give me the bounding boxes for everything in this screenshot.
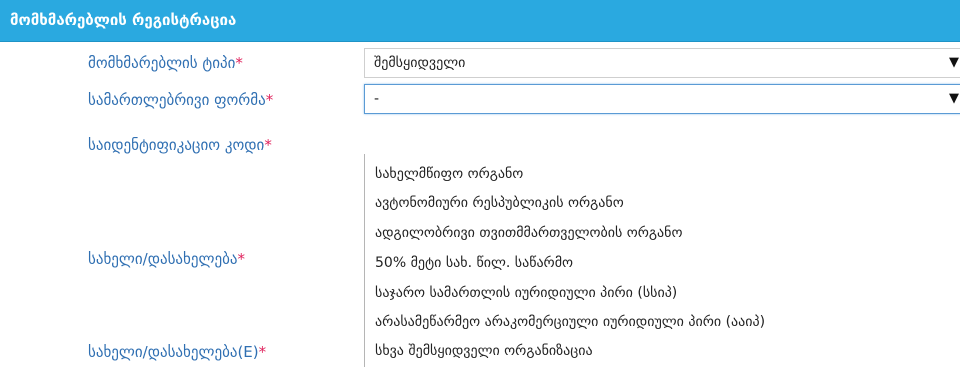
user-type-select[interactable]: შემსყიდველი ▼ xyxy=(364,48,960,78)
identification-code-label-text: საიდენტიფიკაციო კოდი xyxy=(88,136,265,154)
legal-form-option[interactable]: ავტონომიური რესპუბლიკის ორგანო xyxy=(375,195,624,211)
legal-form-option[interactable]: ადგილობრივი თვითმმართველობის ორგანო xyxy=(375,225,682,241)
legal-form-option[interactable]: სახელმწიფო ორგანო xyxy=(375,166,523,182)
name-en-label: სახელი/დასახელება(E)* xyxy=(88,343,266,361)
required-mark: * xyxy=(235,54,243,72)
required-mark: * xyxy=(265,91,274,109)
legal-form-dropdown-list: სახელმწიფო ორგანო ავტონომიური რესპუბლიკი… xyxy=(364,154,960,367)
registration-panel: მომხმარებლის რეგისტრაცია მომხმარებლის ტი… xyxy=(0,0,960,367)
user-type-selected-value: შემსყიდველი xyxy=(374,55,466,71)
legal-form-select[interactable]: - ▼ xyxy=(364,84,960,114)
required-mark: * xyxy=(258,343,267,361)
legal-form-option[interactable]: საჯარო სამართლის იურიდიული პირი (სსიპ) xyxy=(375,285,677,301)
legal-form-label: სამართლებრივი ფორმა* xyxy=(88,91,273,109)
legal-form-option[interactable]: არასამეწარმეო არაკომერციული იურიდიული პი… xyxy=(375,314,765,330)
chevron-down-icon: ▼ xyxy=(949,55,959,70)
chevron-down-icon: ▼ xyxy=(949,91,959,106)
user-type-label-text: მომხმარებლის ტიპი xyxy=(88,54,236,72)
required-mark: * xyxy=(237,250,245,268)
identification-code-label: საიდენტიფიკაციო კოდი* xyxy=(88,136,272,154)
user-type-label: მომხმარებლის ტიპი* xyxy=(88,54,243,72)
required-mark: * xyxy=(264,136,272,154)
panel-header: მომხმარებლის რეგისტრაცია xyxy=(0,0,960,42)
legal-form-label-text: სამართლებრივი ფორმა xyxy=(88,91,266,109)
page-title: მომხმარებლის რეგისტრაცია xyxy=(10,11,237,29)
legal-form-selected-value: - xyxy=(374,91,380,107)
legal-form-option[interactable]: სხვა შემსყიდველი ორგანიზაცია xyxy=(375,343,593,359)
name-label-text: სახელი/დასახელება xyxy=(88,250,238,268)
name-en-label-text: სახელი/დასახელება(E) xyxy=(88,343,259,361)
legal-form-option[interactable]: 50% მეტი სახ. წილ. საწარმო xyxy=(375,255,573,271)
name-label: სახელი/დასახელება* xyxy=(88,250,245,268)
